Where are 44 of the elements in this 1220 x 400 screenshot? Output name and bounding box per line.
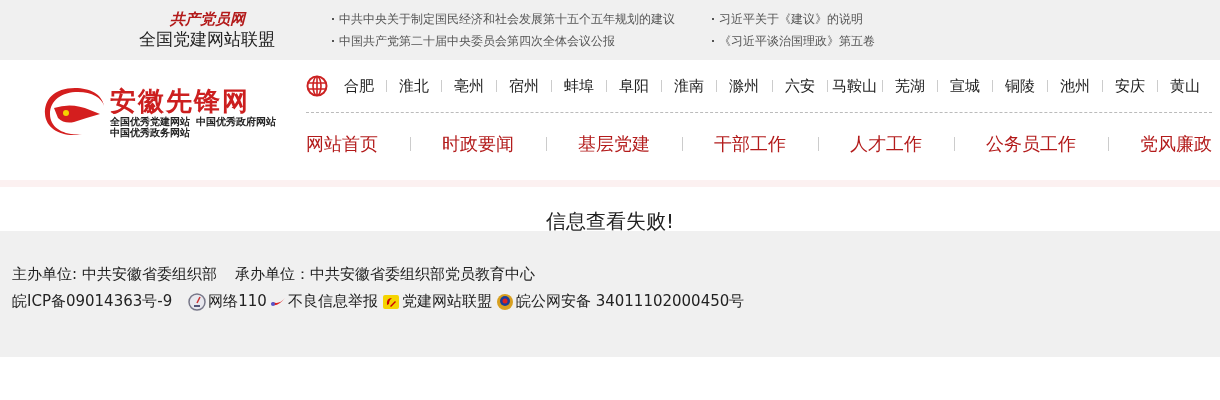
nav-link[interactable]: 基层党建 [578, 132, 650, 156]
footer-text: 承办单位：中共安徽省委组织部党员教育中心 [234, 264, 535, 285]
city-link[interactable]: 蚌埠 [552, 76, 607, 96]
nav-link[interactable]: 干部工作 [714, 132, 786, 156]
footer-link[interactable]: 党建网站联盟 [401, 288, 492, 315]
globe-icon [306, 75, 328, 97]
city-link[interactable]: 六安 [772, 76, 827, 96]
city-link[interactable]: 安庆 [1102, 76, 1157, 96]
footer-link[interactable]: 不良信息举报 [287, 288, 378, 315]
city-link[interactable]: 宿州 [497, 76, 552, 96]
alliance-title[interactable]: 全国党建网站联盟 [139, 28, 275, 50]
award-label: 中国优秀政务网站 [110, 127, 190, 138]
city-link[interactable]: 马鞍山 [827, 76, 882, 96]
footer-text: 主办单位: 中共安徽省委组织部 [12, 264, 217, 285]
city-link[interactable]: 阜阳 [607, 76, 662, 96]
city-link[interactable]: 淮南 [662, 76, 717, 96]
award-label: 全国优秀党建网站 [110, 116, 190, 127]
news-link[interactable]: 中共中央关于制定国民经济和社会发展第十五个五年规划的建议 [339, 10, 675, 28]
police-emblem-icon [495, 292, 514, 311]
city-link[interactable]: 宣城 [937, 76, 992, 96]
nav-link[interactable]: 人才工作 [850, 132, 922, 156]
city-link[interactable]: 铜陵 [992, 76, 1047, 96]
city-link[interactable]: 芜湖 [882, 76, 937, 96]
city-link[interactable]: 黄山 [1157, 76, 1212, 96]
footer-link[interactable]: 皖ICP备09014363号-9 [12, 288, 173, 315]
news-link[interactable]: 习近平关于《建议》的说明 [719, 10, 863, 28]
calligraphy-title[interactable]: 共产党员网 [169, 10, 245, 28]
footer-link[interactable]: 皖公网安备 34011102000450号 [515, 288, 745, 315]
city-link[interactable]: 滁州 [717, 76, 772, 96]
city-link[interactable]: 合肥 [332, 76, 387, 96]
news-link[interactable]: 《习近平谈治国理政》第五卷 [719, 32, 875, 50]
nav-link[interactable]: 时政要闻 [442, 132, 514, 156]
city-link[interactable]: 亳州 [442, 76, 497, 96]
nav-link[interactable]: 网站首页 [306, 132, 378, 156]
error-message: 信息查看失败! [546, 209, 674, 233]
nav-link[interactable]: 公务员工作 [986, 132, 1076, 156]
city-link[interactable]: 淮北 [387, 76, 442, 96]
award-label: 中国优秀政府网站 [196, 116, 276, 127]
news-link[interactable]: 中国共产党第二十届中央委员会第四次全体会议公报 [339, 32, 615, 50]
nav-link[interactable]: 党风廉政 [1140, 132, 1212, 156]
city-link[interactable]: 池州 [1047, 76, 1102, 96]
footer-link[interactable]: 网络110 [208, 288, 267, 315]
site-logo-title[interactable]: 安徽先锋网 [110, 86, 290, 116]
gauge-icon [188, 292, 207, 311]
